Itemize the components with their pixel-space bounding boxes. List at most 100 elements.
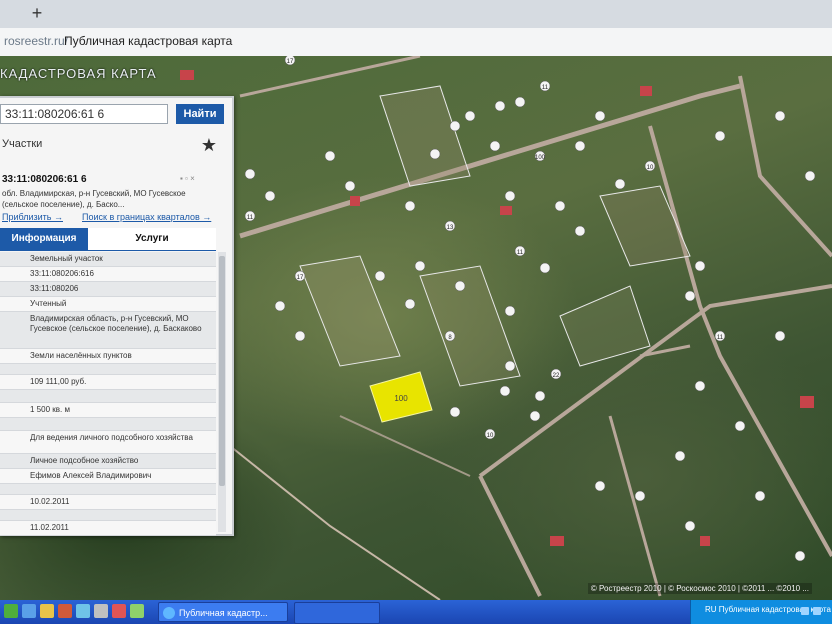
- search-button[interactable]: Найти: [176, 104, 224, 124]
- plot-boundary: [599, 185, 691, 267]
- building: [500, 206, 512, 215]
- building: [180, 70, 194, 80]
- map-marker-label: 11: [517, 250, 524, 256]
- zoom-to-link[interactable]: Приблизить →: [2, 212, 63, 222]
- attribute-value: Владимирская область, р-н Гусевский, МО …: [30, 314, 202, 333]
- tab-services[interactable]: Услуги: [88, 228, 216, 250]
- map-marker: [594, 110, 606, 122]
- plot-boundary: [559, 285, 651, 367]
- tray-network-icon[interactable]: [801, 607, 809, 615]
- map-marker: [734, 420, 746, 432]
- attribute-row: Земельный участок: [0, 252, 216, 267]
- start-icon[interactable]: [4, 604, 18, 618]
- quicklaunch-folder-icon[interactable]: [40, 604, 54, 618]
- map-marker: [499, 385, 511, 397]
- tab-information[interactable]: Информация: [0, 228, 88, 250]
- url-text[interactable]: rosreestr.ru/: [4, 34, 68, 48]
- attribute-value: Учтенный: [30, 299, 67, 308]
- map-marker: [429, 148, 441, 160]
- map-marker: [374, 270, 386, 282]
- map-marker: [449, 120, 461, 132]
- road: [478, 284, 832, 478]
- map-marker: [489, 140, 501, 152]
- attribute-row: [0, 510, 216, 521]
- attribute-row: Владимирская область, р-н Гусевский, МО …: [0, 312, 216, 349]
- map-marker: [694, 380, 706, 392]
- road: [738, 75, 832, 258]
- map-marker-label: 11: [717, 335, 724, 341]
- map-marker: [344, 180, 356, 192]
- map-marker: [264, 190, 276, 202]
- taskbar: Публичная кадастр... RU Публичная кадаст…: [0, 600, 832, 624]
- road: [608, 415, 662, 597]
- new-tab-button[interactable]: +: [26, 3, 48, 23]
- parcel-address: обл. Владимирская, р-н Гусевский, МО Гус…: [2, 189, 186, 209]
- star-icon[interactable]: ★: [198, 134, 220, 156]
- path: [339, 415, 471, 477]
- map-marker: [594, 480, 606, 492]
- system-tray: RU Публичная кадастровая карта: [690, 600, 832, 624]
- map-marker: [324, 150, 336, 162]
- map-marker: [404, 200, 416, 212]
- tray-volume-icon[interactable]: [813, 607, 821, 615]
- map-marker: [554, 200, 566, 212]
- attribute-value: Земельный участок: [30, 254, 103, 263]
- quicklaunch-media-icon[interactable]: [58, 604, 72, 618]
- search-input[interactable]: [0, 104, 168, 124]
- browser-icon: [163, 607, 175, 619]
- map-marker: [574, 140, 586, 152]
- map-marker: [504, 305, 516, 317]
- quicklaunch-opera-icon[interactable]: [112, 604, 126, 618]
- map-marker: [534, 390, 546, 402]
- map-marker: [774, 330, 786, 342]
- map-marker-label: 13: [447, 225, 454, 231]
- card-tools-icon[interactable]: ▪ ▫ ×: [180, 174, 210, 184]
- attribute-row: 10.02.2011: [0, 495, 216, 510]
- quicklaunch-tool-icon[interactable]: [130, 604, 144, 618]
- map-marker: [464, 110, 476, 122]
- attribute-row: 33:11:080206: [0, 282, 216, 297]
- quicklaunch-desktop-icon[interactable]: [76, 604, 90, 618]
- road: [648, 125, 832, 557]
- map-marker: [449, 406, 461, 418]
- map-marker: [614, 178, 626, 190]
- attribute-row: Учтенный: [0, 297, 216, 312]
- plot-boundary: [419, 265, 521, 387]
- map-marker: [514, 96, 526, 108]
- map-marker: [674, 450, 686, 462]
- taskbar-window-label: Публичная кадастр...: [179, 608, 268, 618]
- quicklaunch-ie-icon[interactable]: [22, 604, 36, 618]
- parcel-card: 33:11:080206:61 6 ▪ ▫ × обл. Владимирска…: [0, 166, 226, 536]
- search-row: Найти: [0, 104, 228, 126]
- map-marker: [634, 490, 646, 502]
- panel-scrollbar[interactable]: [218, 252, 226, 532]
- taskbar-window-button[interactable]: Публичная кадастр...: [158, 602, 288, 622]
- building: [550, 536, 564, 546]
- map-marker: [404, 298, 416, 310]
- building: [640, 86, 652, 96]
- page-title: Публичная кадастровая карта: [64, 34, 233, 48]
- attribute-row: 33:11:080206:616: [0, 267, 216, 282]
- map-marker: [539, 262, 551, 274]
- attribute-value: 11.02.2011: [30, 523, 69, 532]
- scroll-thumb[interactable]: [219, 256, 225, 486]
- map-marker: [804, 170, 816, 182]
- attribute-value: 33:11:080206:616: [30, 269, 94, 278]
- attribute-row: [0, 364, 216, 375]
- map-marker-label: 11: [542, 85, 549, 91]
- attribute-row: 11.02.2011: [0, 521, 216, 536]
- plot-boundary: [379, 85, 471, 187]
- taskbar-window-button[interactable]: [294, 602, 380, 624]
- attribute-value: 33:11:080206: [30, 284, 79, 293]
- map-marker: [529, 410, 541, 422]
- address-bar[interactable]: rosreestr.ru/ Публичная кадастровая карт…: [0, 28, 832, 57]
- map-marker: [294, 330, 306, 342]
- attribute-row: Ефимов Алексей Владимирович: [0, 469, 216, 484]
- map-marker: [414, 260, 426, 272]
- search-neighbors-link[interactable]: Поиск в границах кварталов →: [82, 212, 211, 222]
- quicklaunch-app-icon[interactable]: [94, 604, 108, 618]
- map-marker-label: 17: [287, 59, 294, 65]
- attribute-value: 1 500 кв. м: [30, 405, 70, 414]
- attribute-value: Ефимов Алексей Владимирович: [30, 471, 152, 480]
- map-marker-label: 17: [297, 275, 304, 281]
